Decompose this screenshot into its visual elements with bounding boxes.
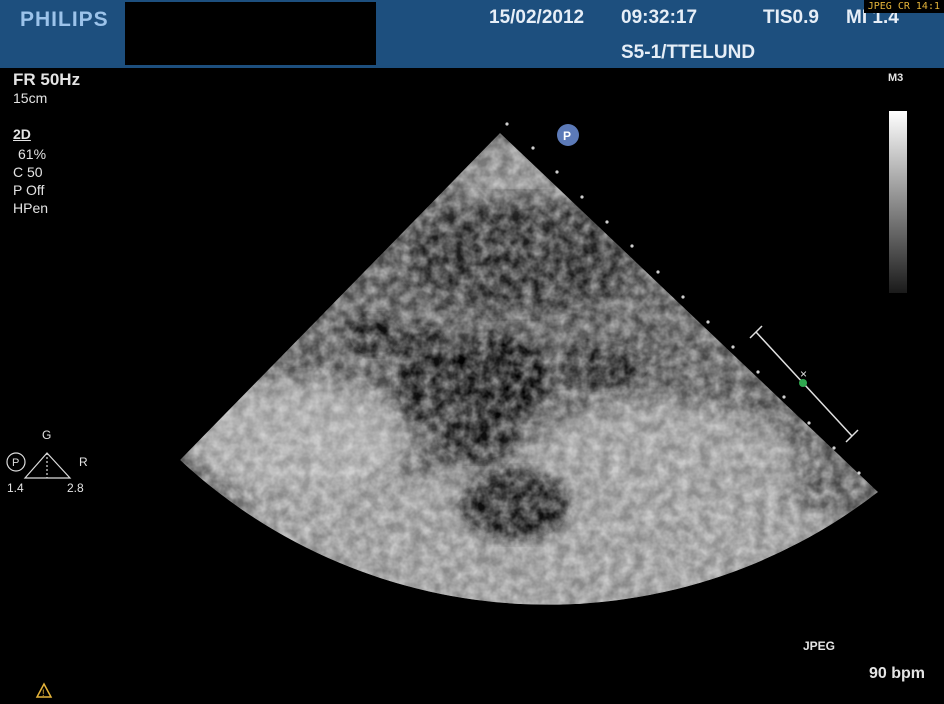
orientation-p-label: P xyxy=(12,457,19,469)
focus-cross: × xyxy=(800,367,807,381)
svg-text:P: P xyxy=(563,129,571,143)
ultrasound-image: × P P ! xyxy=(6,122,878,698)
scan-sector xyxy=(180,133,878,605)
svg-text:!: ! xyxy=(42,688,45,698)
warning-triangle-icon: ! xyxy=(35,682,53,698)
probe-orientation-p-icon: P xyxy=(557,124,579,146)
